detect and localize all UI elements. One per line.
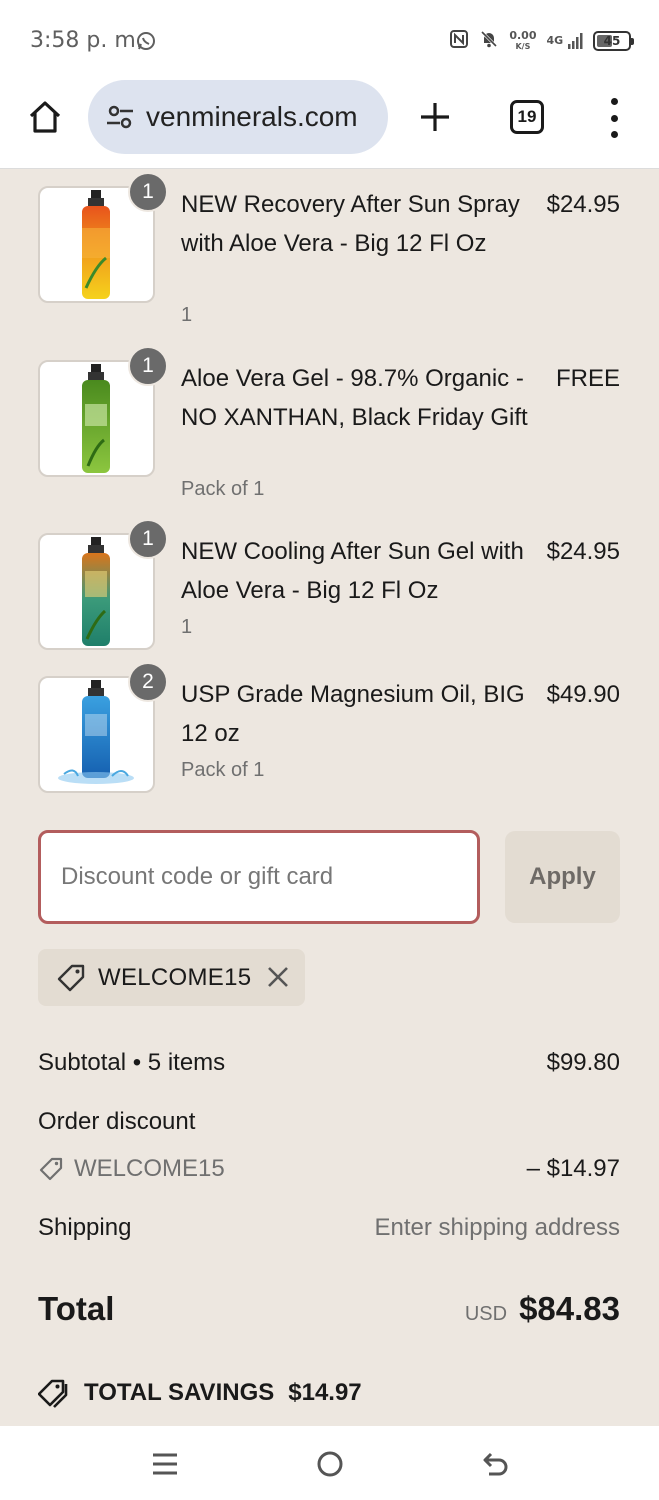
shipping-value: Enter shipping address [374,1214,620,1241]
recents-button[interactable] [145,1448,185,1480]
more-menu-button[interactable] [602,98,626,138]
tag-icon [57,964,85,991]
order-discount-row: Order discount [38,1108,620,1136]
new-tab-button[interactable] [414,96,456,138]
status-icons: 0.00 K/S 4G 45 [449,28,634,54]
status-bar: 3:58 p. m. 0.00 K/S 4G 45 [0,0,659,80]
back-button[interactable] [475,1448,515,1480]
item-price: $24.95 [546,538,620,565]
address-bar[interactable]: venminerals.com [88,80,388,154]
whatsapp-icon [136,31,156,56]
discount-code-input[interactable] [38,830,480,924]
plus-icon [421,103,449,131]
item-name: NEW Cooling After Sun Gel with Aloe Vera… [181,538,524,604]
total-savings: TOTAL SAVINGS $14.97 [38,1378,362,1408]
mute-bell-icon [479,29,499,54]
quantity-badge: 1 [128,172,168,212]
total-amount: $84.83 [519,1290,620,1327]
url-text: venminerals.com [146,101,358,132]
tab-switcher-button[interactable]: 19 [510,100,544,134]
item-name: USP Grade Magnesium Oil, BIG 12 oz [181,681,525,747]
subtotal-label: Subtotal • 5 items [38,1049,226,1076]
item-price: $49.90 [546,681,620,708]
menu-dot [610,131,618,138]
home-icon [29,101,61,133]
shipping-label: Shipping [38,1214,132,1241]
item-variant: Pack of 1 [181,759,265,781]
item-name: Aloe Vera Gel - 98.7% Organic - NO XANTH… [181,365,528,431]
discount-value: – $14.97 [526,1155,620,1182]
subtotal-row: Subtotal • 5 items $99.80 [38,1049,620,1077]
item-variant: 1 [181,304,193,326]
browser-toolbar: venminerals.com 19 [0,80,659,169]
savings-label: TOTAL SAVINGS [84,1379,275,1406]
item-price: FREE [555,365,620,392]
subtotal-value: $99.80 [546,1049,620,1076]
currency-code: USD [464,1303,508,1325]
item-price: $24.95 [546,191,620,218]
circle-home-icon [317,1451,343,1477]
applied-code-text: WELCOME15 [98,963,252,991]
home-button[interactable] [24,96,66,138]
tag-icon [39,1157,63,1181]
battery-icon: 45 [593,31,634,51]
signal-icon: 4G [546,32,583,50]
close-icon [268,967,288,987]
menu-lines-icon [153,1453,177,1475]
savings-value: $14.97 [288,1379,362,1406]
tags-icon [38,1379,68,1408]
quantity-badge: 2 [128,662,168,702]
menu-dot [610,98,618,105]
remove-code-button[interactable] [265,964,291,990]
apply-discount-button[interactable]: Apply [505,831,620,923]
home-nav-button[interactable] [310,1448,350,1480]
item-name: NEW Recovery After Sun Spray with Aloe V… [181,191,520,257]
net-speed: 0.00 K/S [509,29,537,51]
menu-dot [610,114,618,122]
discount-code-label: WELCOME15 [74,1155,225,1182]
back-arrow-icon [483,1452,508,1476]
site-settings-icon[interactable] [104,101,136,133]
nfc-icon [449,29,469,54]
quantity-badge: 1 [128,519,168,559]
total-label: Total [38,1290,115,1327]
shipping-row: Shipping Enter shipping address [38,1214,620,1242]
system-nav-bar [0,1426,659,1500]
quantity-badge: 1 [128,346,168,386]
item-variant: 1 [181,616,193,638]
applied-discount-chip: WELCOME15 [38,949,305,1006]
status-time: 3:58 p. m. [30,28,143,53]
total-amount-group: USD $84.83 [465,1290,620,1328]
item-variant: Pack of 1 [181,478,265,500]
order-discount-label: Order discount [38,1108,196,1135]
discount-code-row: WELCOME15 – $14.97 [38,1155,620,1189]
